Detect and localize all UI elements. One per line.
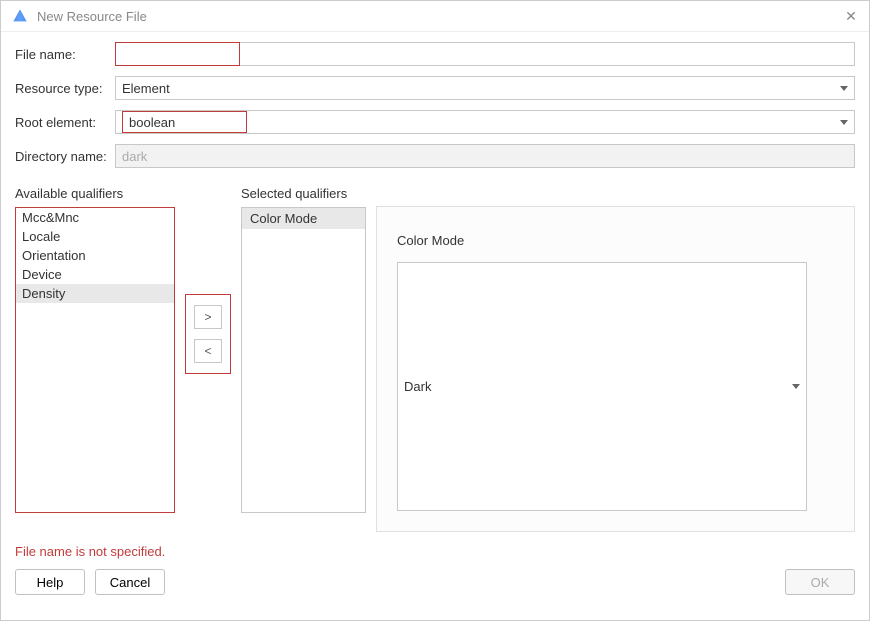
- file-name-row: File name:: [15, 42, 855, 66]
- window-title: New Resource File: [37, 9, 843, 24]
- selected-qualifiers-header: Selected qualifiers: [241, 186, 366, 201]
- cancel-button[interactable]: Cancel: [95, 569, 165, 595]
- file-name-input[interactable]: [115, 42, 240, 66]
- file-name-label: File name:: [15, 47, 115, 62]
- details-label: Color Mode: [397, 233, 834, 248]
- chevron-down-icon: [792, 384, 800, 389]
- resource-type-combo[interactable]: Element: [115, 76, 855, 100]
- titlebar: New Resource File ✕: [1, 1, 869, 32]
- root-element-label: Root element:: [15, 115, 115, 130]
- chevron-down-icon: [840, 120, 848, 125]
- list-item[interactable]: Mcc&Mnc: [16, 208, 174, 227]
- error-message: File name is not specified.: [1, 532, 869, 559]
- selected-qualifiers-column: Selected qualifiers Color Mode: [241, 186, 366, 532]
- root-element-value: boolean: [122, 111, 247, 133]
- root-element-row: Root element: boolean: [15, 110, 855, 134]
- list-item[interactable]: Orientation: [16, 246, 174, 265]
- qualifiers-area: Available qualifiers Mcc&MncLocaleOrient…: [1, 186, 869, 532]
- transfer-buttons-column: > <: [185, 186, 231, 532]
- help-button[interactable]: Help: [15, 569, 85, 595]
- footer: Help Cancel OK: [1, 559, 869, 609]
- qualifier-details-panel: Color Mode Dark: [376, 206, 855, 532]
- selected-qualifiers-list[interactable]: Color Mode: [241, 207, 366, 513]
- details-value-combo[interactable]: Dark: [397, 262, 807, 511]
- available-qualifiers-column: Available qualifiers Mcc&MncLocaleOrient…: [15, 186, 175, 532]
- transfer-buttons-box: > <: [185, 294, 231, 374]
- form-area: File name: Resource type: Element Root e…: [1, 32, 869, 168]
- ok-button[interactable]: OK: [785, 569, 855, 595]
- resource-type-label: Resource type:: [15, 81, 115, 96]
- move-left-button[interactable]: <: [194, 339, 222, 363]
- resource-type-row: Resource type: Element: [15, 76, 855, 100]
- close-icon[interactable]: ✕: [843, 8, 859, 24]
- available-qualifiers-list[interactable]: Mcc&MncLocaleOrientationDeviceDensity: [15, 207, 175, 513]
- directory-name-label: Directory name:: [15, 149, 115, 164]
- directory-name-input: [115, 144, 855, 168]
- resource-type-value: Element: [122, 81, 170, 96]
- list-item[interactable]: Density: [16, 284, 174, 303]
- root-element-combo[interactable]: boolean: [115, 110, 855, 134]
- list-item[interactable]: Locale: [16, 227, 174, 246]
- details-value: Dark: [404, 379, 431, 394]
- list-item[interactable]: Device: [16, 265, 174, 284]
- chevron-down-icon: [840, 86, 848, 91]
- move-right-button[interactable]: >: [194, 305, 222, 329]
- app-icon: [11, 7, 29, 25]
- file-name-input-extended[interactable]: [240, 42, 855, 66]
- list-item[interactable]: Color Mode: [242, 208, 365, 229]
- directory-name-row: Directory name:: [15, 144, 855, 168]
- available-qualifiers-header: Available qualifiers: [15, 186, 175, 201]
